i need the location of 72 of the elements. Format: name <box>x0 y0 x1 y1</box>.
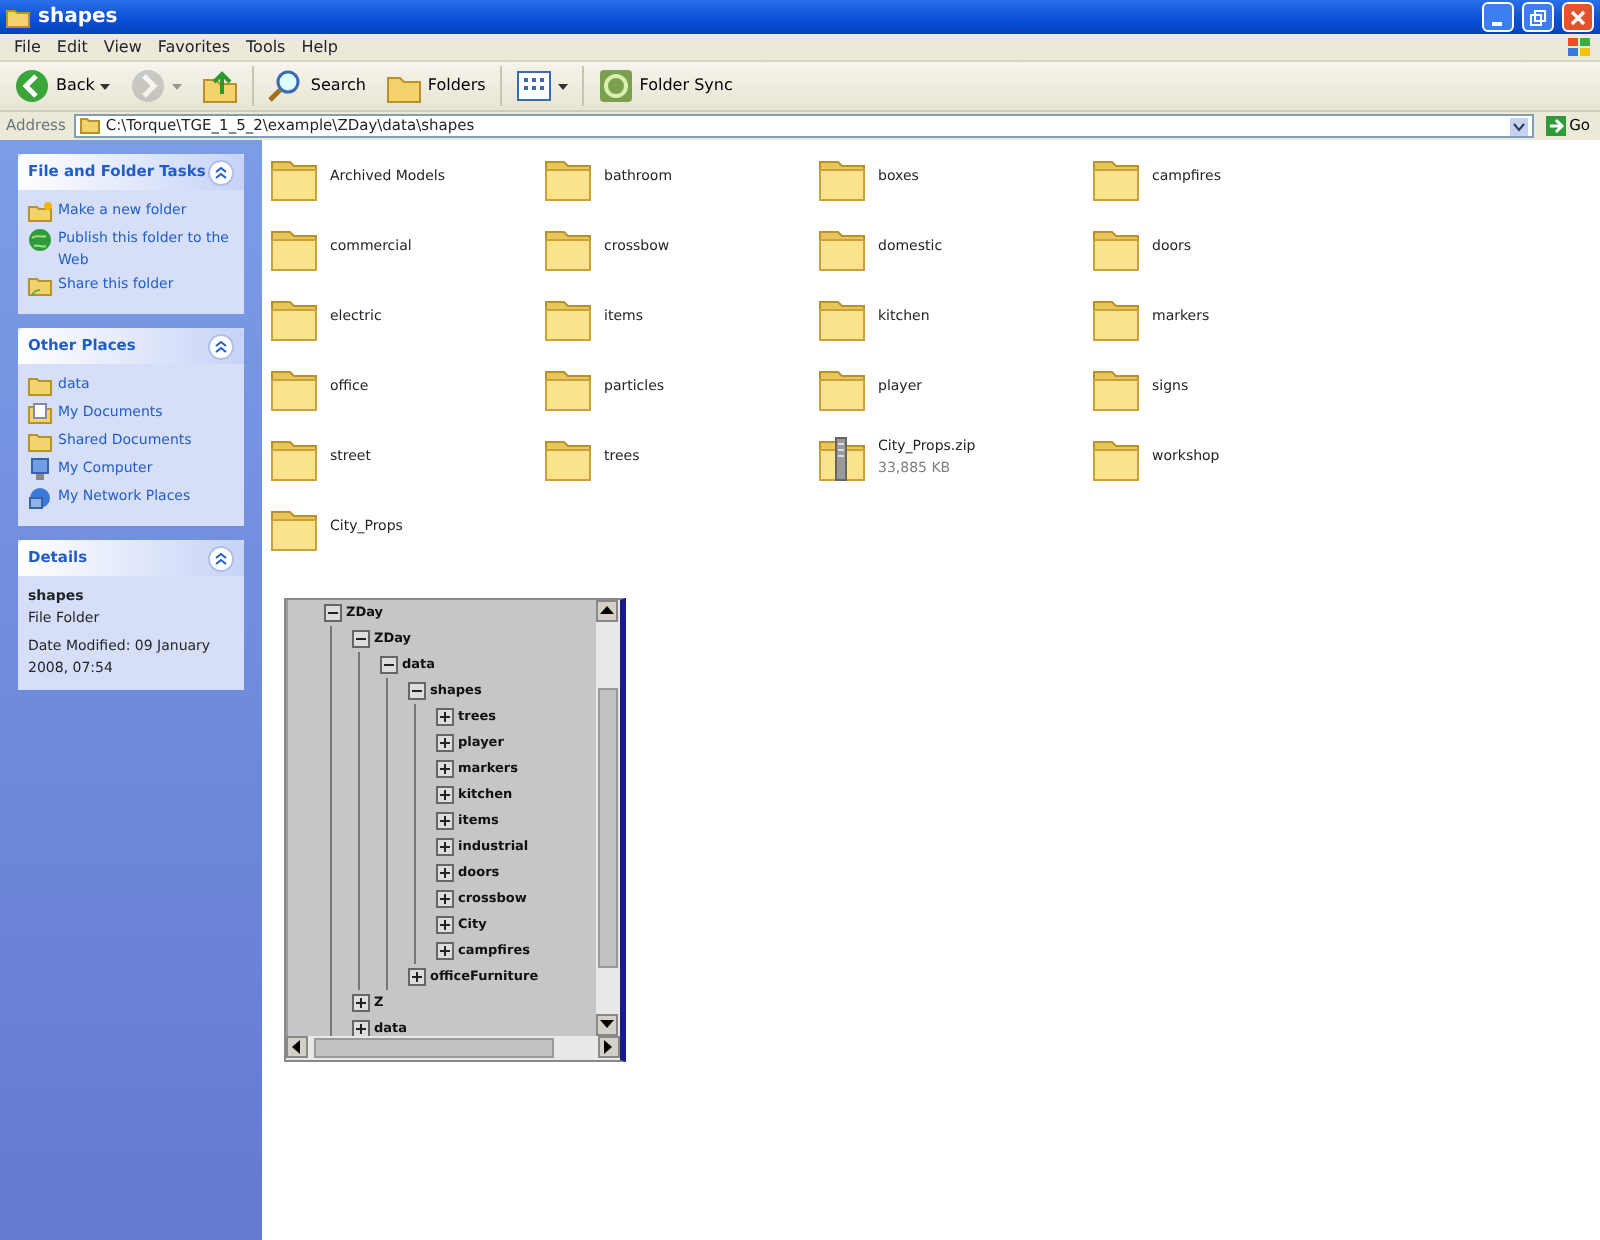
caret-icon <box>557 83 568 89</box>
sync-button[interactable]: Folder Sync <box>591 66 739 106</box>
expand-icon[interactable] <box>436 786 454 804</box>
collapse-icon[interactable] <box>380 656 398 674</box>
expand-icon[interactable] <box>436 760 454 778</box>
shared-folder-icon <box>28 274 52 298</box>
caret-icon <box>172 83 183 89</box>
windows-logo-icon <box>1566 35 1594 59</box>
expand-icon[interactable] <box>436 916 454 934</box>
expand-icon[interactable] <box>436 942 454 960</box>
menu-item[interactable]: Favorites <box>149 35 239 59</box>
zip-folder-icon[interactable] <box>818 432 866 482</box>
globe-icon <box>28 228 52 252</box>
chevron-up-icon[interactable] <box>214 339 228 353</box>
collapse-toggle[interactable] <box>208 159 234 185</box>
collapse-icon[interactable] <box>352 630 370 648</box>
scroll-up-button[interactable] <box>596 600 618 622</box>
menu-item[interactable]: View <box>95 35 150 59</box>
collapse-toggle[interactable] <box>208 545 234 571</box>
collapse-toggle[interactable] <box>208 333 234 359</box>
menu-item[interactable]: Tools <box>238 35 294 59</box>
folder-icon <box>28 430 52 454</box>
folder-icon <box>28 374 52 398</box>
chevron-up-icon[interactable] <box>214 165 228 179</box>
collapse-icon[interactable] <box>324 604 342 622</box>
folder-icon <box>6 6 30 28</box>
close-button[interactable] <box>1562 2 1594 32</box>
close-icon[interactable] <box>1570 10 1586 27</box>
vertical-scrollbar[interactable] <box>596 600 620 1036</box>
expand-icon[interactable] <box>436 890 454 908</box>
expand-icon[interactable] <box>408 968 426 986</box>
left-arrow-icon[interactable] <box>292 1040 302 1054</box>
go-arrow-icon <box>1545 116 1566 136</box>
scroll-right-button[interactable] <box>598 1036 620 1058</box>
down-arrow-icon[interactable] <box>600 1020 614 1030</box>
horizontal-scrollbar[interactable] <box>286 1036 620 1060</box>
expand-icon[interactable] <box>436 708 454 726</box>
right-arrow-icon[interactable] <box>604 1040 614 1054</box>
folder-icon <box>79 118 100 134</box>
expand-icon[interactable] <box>436 838 454 856</box>
scroll-down-button[interactable] <box>596 1014 618 1036</box>
up-arrow-icon[interactable] <box>600 606 614 616</box>
window-title: shapes <box>38 4 118 32</box>
expand-icon[interactable] <box>436 812 454 830</box>
dropdown-icon[interactable] <box>1509 117 1528 135</box>
scroll-left-button[interactable] <box>286 1036 308 1058</box>
menu-item[interactable]: Help <box>293 35 346 59</box>
back-button[interactable]: Back <box>8 66 117 106</box>
computer-icon <box>28 458 52 482</box>
documents-icon <box>28 402 52 426</box>
folders-button[interactable]: Folders <box>379 66 492 106</box>
search-icon <box>268 68 305 104</box>
expand-icon[interactable] <box>436 864 454 882</box>
menu-item[interactable]: Edit <box>48 35 96 59</box>
scrollbar-thumb[interactable] <box>314 1038 554 1058</box>
collapse-icon[interactable] <box>408 682 426 700</box>
search-button[interactable]: Search <box>262 66 372 106</box>
menu-item[interactable]: File <box>6 35 49 59</box>
caret-icon <box>100 83 111 89</box>
chevron-up-icon[interactable] <box>214 551 228 565</box>
minimize-button[interactable] <box>1482 2 1514 32</box>
new-folder-icon <box>28 200 52 224</box>
network-icon <box>28 486 52 510</box>
expand-icon[interactable] <box>436 734 454 752</box>
sync-icon <box>597 68 634 104</box>
restore-button[interactable] <box>1522 2 1554 32</box>
views-icon <box>515 68 552 104</box>
expand-icon[interactable] <box>352 1020 370 1036</box>
up-folder-icon <box>202 68 239 104</box>
scrollbar-thumb[interactable] <box>598 688 618 968</box>
restore-icon[interactable] <box>1530 10 1546 27</box>
expand-icon[interactable] <box>352 994 370 1012</box>
